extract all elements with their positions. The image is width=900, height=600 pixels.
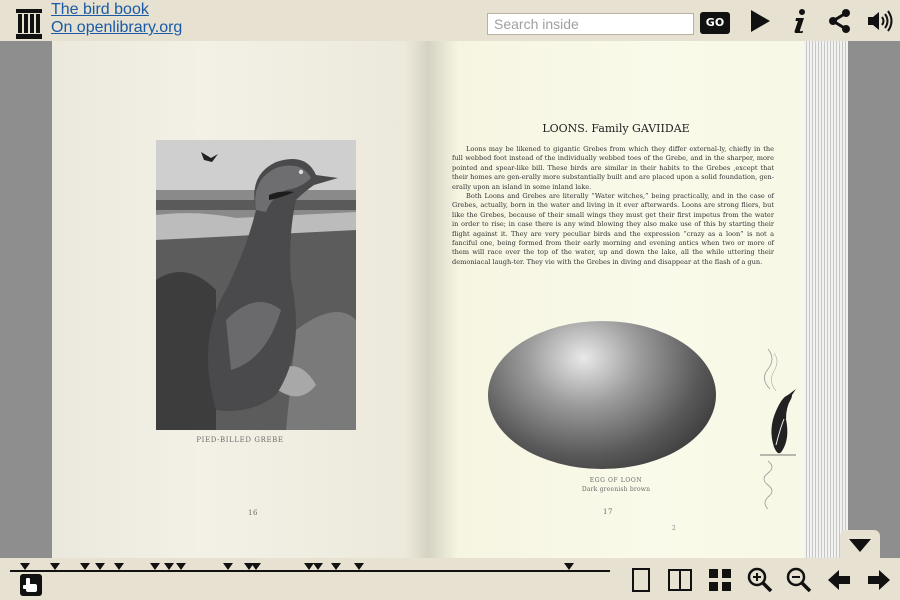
search-marker[interactable] (564, 563, 574, 570)
search-marker[interactable] (223, 563, 233, 570)
body-text: Loons may be likened to gigantic Grebes … (452, 145, 774, 267)
one-page-view-icon[interactable] (628, 567, 654, 593)
openlibrary-link[interactable]: On openlibrary.org (51, 19, 182, 37)
plate-number: 2 (672, 525, 677, 532)
previous-page-icon[interactable] (826, 567, 852, 593)
right-page[interactable]: LOONS. Family GAVIIDAE Loons may be like… (428, 41, 804, 558)
toggle-toolbar-tab[interactable] (840, 530, 880, 560)
two-page-view-icon[interactable] (667, 567, 693, 593)
play-icon[interactable] (746, 7, 774, 35)
egg-subcaption: Dark greenish brown (581, 486, 651, 493)
hand-pointer-icon (23, 578, 37, 592)
page-slider-handle[interactable] (20, 574, 42, 596)
search-go-button[interactable]: GO (700, 12, 730, 34)
page-number: 17 (603, 508, 614, 516)
search-marker[interactable] (20, 563, 30, 570)
book-title-links: The bird book On openlibrary.org (51, 1, 182, 37)
archive-building-icon (16, 9, 42, 39)
internet-archive-logo[interactable] (4, 2, 44, 39)
search-marker[interactable] (176, 563, 186, 570)
paragraph: Both Loons and Grebes are literally “Wat… (452, 192, 774, 266)
egg-caption: EGG OF LOON (589, 477, 643, 484)
search-marker[interactable] (331, 563, 341, 570)
chapter-title: LOONS. Family GAVIIDAE (542, 122, 690, 135)
search-marker[interactable] (354, 563, 364, 570)
grebe-illustration (156, 140, 356, 430)
top-toolbar: The bird book On openlibrary.org GO (0, 0, 900, 41)
search-marker[interactable] (164, 563, 174, 570)
thumbnail-view-icon[interactable] (707, 567, 733, 593)
paragraph: Loons may be likened to gigantic Grebes … (452, 145, 774, 191)
plate-caption: PIED-BILLED GREBE (196, 436, 284, 444)
loon-egg-image (488, 321, 716, 469)
search-marker[interactable] (95, 563, 105, 570)
page-slider-track[interactable] (10, 570, 610, 572)
search-marker[interactable] (251, 563, 261, 570)
book-spread: PIED-BILLED GREBE 16 LOONS. Family GAVII… (52, 41, 848, 558)
chevron-down-icon (849, 539, 871, 552)
search-marker[interactable] (313, 563, 323, 570)
page-number: 16 (248, 509, 259, 517)
share-icon[interactable] (826, 7, 854, 35)
info-icon[interactable] (786, 7, 814, 35)
zoom-out-icon[interactable] (786, 567, 812, 593)
audio-icon[interactable] (866, 7, 894, 35)
bottom-navbar (0, 558, 900, 600)
search-marker[interactable] (114, 563, 124, 570)
search-marker[interactable] (80, 563, 90, 570)
page-edges (804, 41, 848, 558)
next-page-icon[interactable] (866, 567, 892, 593)
pied-billed-grebe-plate (156, 140, 356, 430)
search-inside-input[interactable] (487, 13, 694, 35)
loon-vignette-illustration (760, 349, 796, 509)
left-page[interactable]: PIED-BILLED GREBE 16 (52, 41, 428, 558)
book-title-link[interactable]: The bird book (51, 1, 182, 19)
search-marker[interactable] (50, 563, 60, 570)
search-marker[interactable] (150, 563, 160, 570)
zoom-in-icon[interactable] (747, 567, 773, 593)
